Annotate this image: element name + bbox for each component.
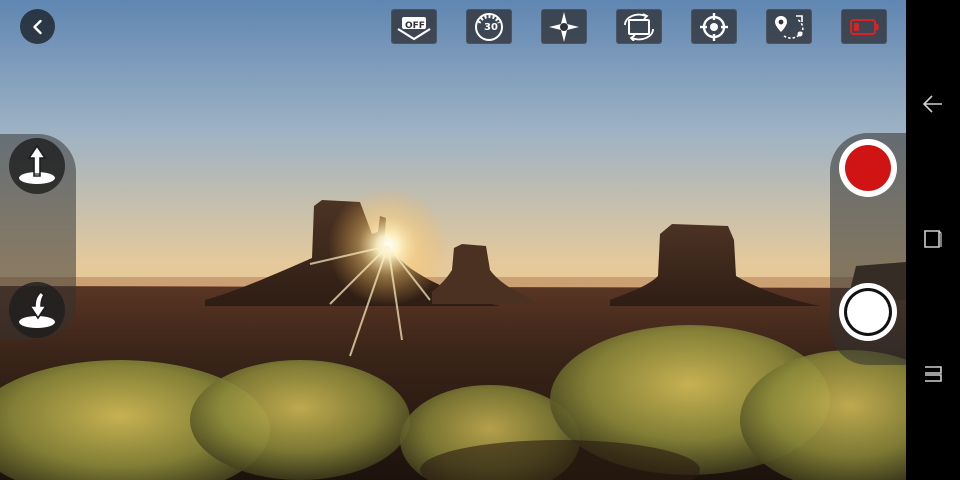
nav-recents-icon <box>925 366 942 382</box>
record-icon <box>845 145 891 191</box>
compass-button[interactable] <box>541 9 587 44</box>
shutter-button[interactable] <box>839 283 897 341</box>
land-button[interactable] <box>9 282 65 338</box>
altitude-limit-label: OFF <box>405 21 425 31</box>
screen: OFF 30 <box>0 0 960 480</box>
waypoint-button[interactable] <box>766 9 812 44</box>
rotate-view-button[interactable] <box>616 9 662 44</box>
nav-home-button[interactable] <box>917 223 949 255</box>
system-nav-bar <box>906 0 960 480</box>
battery-low-icon <box>850 18 879 35</box>
rotate-view-icon <box>624 12 654 41</box>
battery-status <box>841 9 887 44</box>
chevron-left-icon <box>32 19 42 34</box>
land-icon <box>19 290 55 328</box>
nav-home-icon <box>924 230 942 248</box>
target-lock-icon <box>700 12 728 41</box>
takeoff-button[interactable] <box>9 138 65 194</box>
shutter-icon <box>844 288 892 336</box>
altitude-limit-button[interactable]: OFF <box>391 9 437 44</box>
takeoff-icon <box>19 144 55 184</box>
shutter-core <box>847 291 889 333</box>
nav-recents-button[interactable] <box>917 358 949 390</box>
flight-control-panel <box>0 134 76 339</box>
speed-button[interactable]: 30 <box>466 9 512 44</box>
record-button[interactable] <box>839 139 897 197</box>
nav-back-icon <box>922 95 942 113</box>
waypoint-path-icon <box>775 14 804 39</box>
camera-scene <box>0 0 906 480</box>
nav-back-button[interactable] <box>917 88 949 120</box>
camera-feed[interactable] <box>0 0 906 480</box>
target-lock-button[interactable] <box>691 9 737 44</box>
capture-control-panel <box>830 133 906 365</box>
compass-icon <box>549 11 579 42</box>
back-button[interactable] <box>20 9 55 44</box>
speed-label: 30 <box>484 22 498 33</box>
